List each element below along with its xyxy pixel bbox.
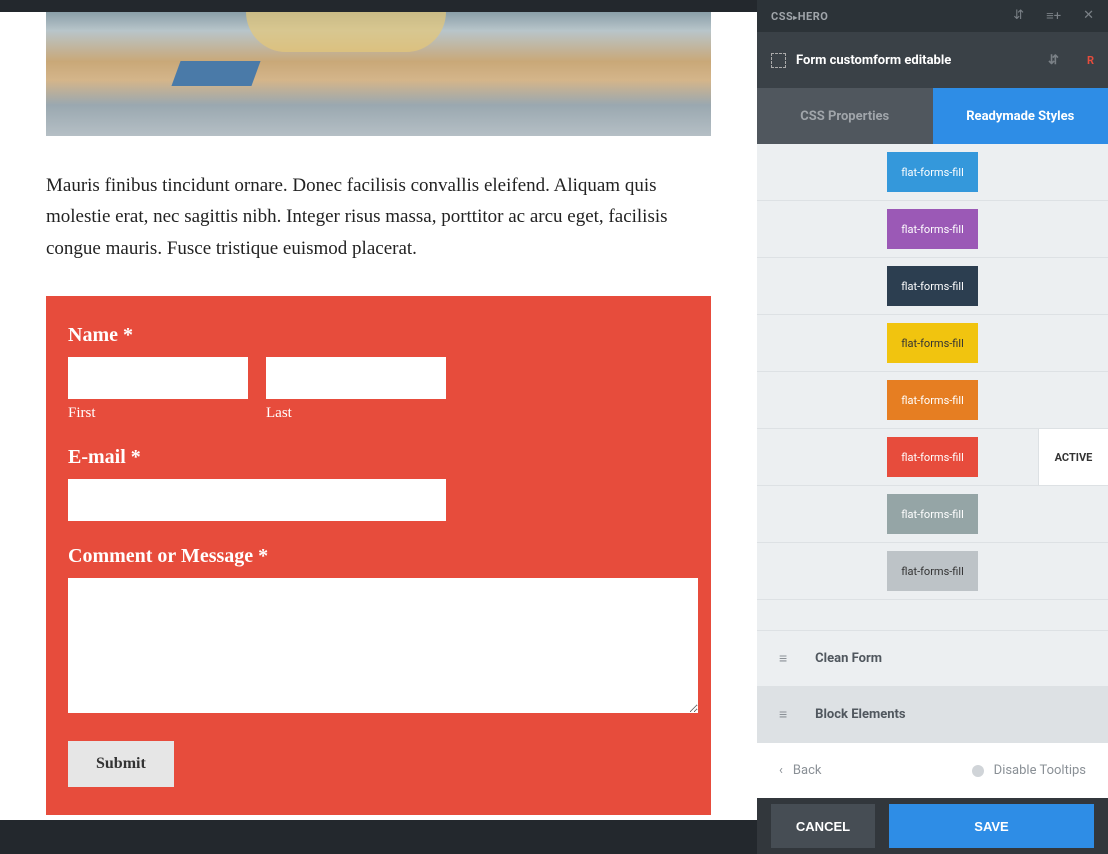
message-textarea[interactable] (68, 578, 698, 713)
selection-icon (771, 53, 786, 68)
close-icon[interactable]: ✕ (1083, 8, 1094, 24)
back-button[interactable]: ‹ Back (779, 763, 821, 778)
contact-form: Name * First Last E-mail * Comment or Me… (46, 296, 711, 815)
style-option[interactable]: flat-forms-fill (757, 201, 1108, 258)
csshero-panel: CSS▸HERO ⇵ ≡+ ✕ Form customform editable… (757, 0, 1108, 854)
last-sublabel: Last (266, 405, 446, 422)
selection-label: Form customform editable (796, 53, 951, 68)
message-label: Comment or Message * (68, 545, 689, 568)
first-sublabel: First (68, 405, 248, 422)
section-block-elements[interactable]: ≡ Block Elements (757, 686, 1108, 742)
drag-icon: ≡ (779, 650, 787, 667)
panel-header: CSS▸HERO ⇵ ≡+ ✕ (757, 0, 1108, 32)
styles-list: flat-forms-fillflat-forms-fillflat-forms… (757, 144, 1108, 630)
style-swatch: flat-forms-fill (887, 494, 978, 534)
reset-badge[interactable]: R (1087, 54, 1094, 67)
email-input[interactable] (68, 479, 446, 521)
cancel-button[interactable]: CANCEL (771, 804, 875, 848)
style-option[interactable]: flat-forms-fill (757, 315, 1108, 372)
history-icon[interactable]: ⇵ (1013, 8, 1024, 24)
page-content: Mauris finibus tincidunt ornare. Donec f… (0, 12, 757, 854)
save-button[interactable]: SAVE (889, 804, 1094, 848)
email-label: E-mail * (68, 446, 689, 469)
style-swatch: flat-forms-fill (887, 152, 978, 192)
chevron-left-icon: ‹ (779, 763, 783, 778)
add-icon[interactable]: ≡+ (1046, 8, 1061, 24)
hero-image (46, 12, 711, 136)
style-option[interactable]: flat-forms-fill ACTIVE (757, 429, 1108, 486)
style-swatch: flat-forms-fill (887, 437, 978, 477)
selection-row: Form customform editable ⇵ R (757, 32, 1108, 88)
section-clean-form[interactable]: ≡ Clean Form (757, 630, 1108, 686)
page-footer (0, 820, 757, 854)
style-option[interactable]: flat-forms-fill (757, 258, 1108, 315)
first-name-input[interactable] (68, 357, 248, 399)
name-label: Name * (68, 324, 689, 347)
style-swatch: flat-forms-fill (887, 380, 978, 420)
submit-button[interactable]: Submit (68, 741, 174, 787)
drag-icon: ≡ (779, 706, 787, 723)
style-swatch: flat-forms-fill (887, 266, 978, 306)
panel-tabs: CSS Properties Readymade Styles (757, 88, 1108, 144)
style-swatch: flat-forms-fill (887, 209, 978, 249)
settings-icon[interactable]: ⇵ (1048, 53, 1059, 68)
toggle-off-icon (972, 765, 984, 777)
active-badge: ACTIVE (1038, 429, 1108, 485)
last-name-input[interactable] (266, 357, 446, 399)
style-option[interactable]: flat-forms-fill (757, 144, 1108, 201)
disable-tooltips-toggle[interactable]: Disable Tooltips (972, 763, 1086, 778)
tab-readymade-styles[interactable]: Readymade Styles (933, 88, 1108, 144)
tab-css-properties[interactable]: CSS Properties (757, 88, 933, 144)
style-option[interactable]: flat-forms-fill (757, 486, 1108, 543)
panel-footer: ‹ Back Disable Tooltips (757, 742, 1108, 798)
brand-logo: CSS▸HERO (771, 10, 828, 23)
style-option[interactable]: flat-forms-fill (757, 543, 1108, 600)
action-row: CANCEL SAVE (757, 798, 1108, 854)
style-swatch: flat-forms-fill (887, 323, 978, 363)
style-option[interactable]: flat-forms-fill (757, 372, 1108, 429)
style-swatch: flat-forms-fill (887, 551, 978, 591)
body-paragraph: Mauris finibus tincidunt ornare. Donec f… (46, 170, 711, 264)
